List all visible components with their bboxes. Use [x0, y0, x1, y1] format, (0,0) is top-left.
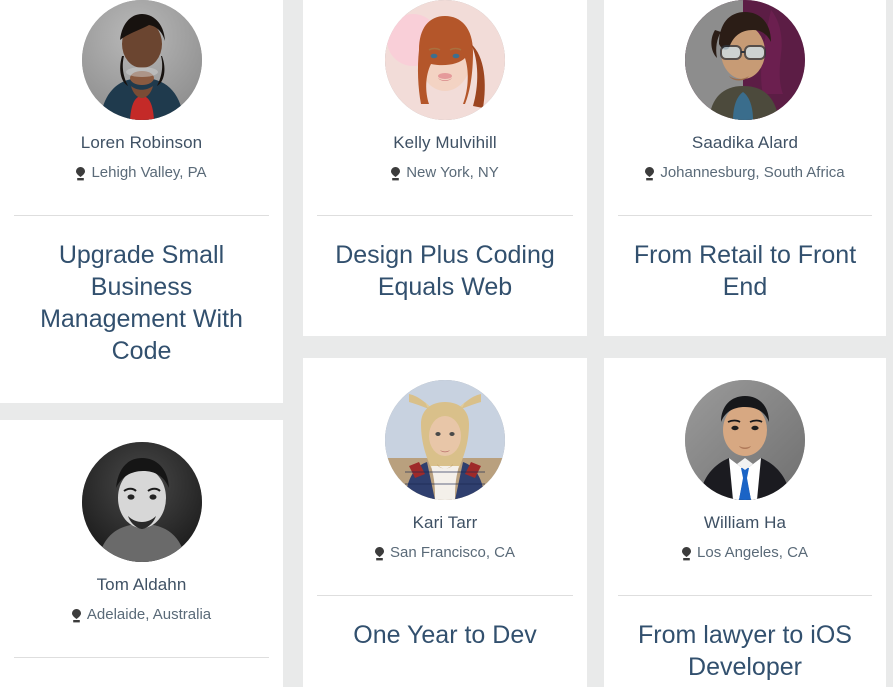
avatar[interactable]: [317, 0, 573, 120]
avatar[interactable]: [14, 442, 269, 562]
story-card-kari-tarr[interactable]: Kari Tarr San Francisco, CA One Year to …: [303, 358, 587, 687]
story-title[interactable]: From Retail to Front End: [618, 239, 872, 303]
avatar[interactable]: [618, 380, 872, 500]
card-divider: [14, 215, 269, 216]
person-name: Saadika Alard: [691, 133, 799, 152]
story-card-loren-robinson[interactable]: Loren Robinson Lehigh Valley, PA Upgrade…: [0, 0, 283, 403]
story-title[interactable]: Design Plus Coding Equals Web: [317, 239, 573, 303]
card-divider: [618, 215, 872, 216]
map-marker-icon: [76, 166, 86, 181]
person-location: Adelaide, Australia: [14, 605, 269, 624]
person-name: Loren Robinson: [80, 133, 203, 152]
person-name: Kari Tarr: [412, 513, 478, 532]
map-marker-icon: [645, 166, 655, 181]
story-card-william-ha[interactable]: William Ha Los Angeles, CA From lawyer t…: [604, 358, 886, 687]
card-divider: [618, 595, 872, 596]
person-location: Los Angeles, CA: [618, 543, 872, 562]
map-marker-icon: [391, 166, 401, 181]
card-divider: [14, 657, 269, 658]
map-marker-icon: [71, 608, 81, 623]
story-title[interactable]: Upgrade Small Business Management With C…: [14, 239, 269, 367]
person-name: Tom Aldahn: [96, 575, 187, 594]
map-marker-icon: [682, 546, 692, 561]
person-location-text: New York, NY: [406, 164, 499, 181]
map-marker-icon: [374, 546, 384, 561]
story-card-saadika-alard[interactable]: Saadika Alard Johannesburg, South Africa…: [604, 0, 886, 336]
person-location: Johannesburg, South Africa: [618, 163, 872, 182]
avatar[interactable]: [14, 0, 269, 120]
avatar[interactable]: [618, 0, 872, 120]
story-title[interactable]: From lawyer to iOS Developer: [618, 619, 872, 683]
avatar-image-saadika-alard: [685, 0, 805, 120]
person-location-text: Johannesburg, South Africa: [660, 164, 845, 181]
story-card-tom-aldahn[interactable]: Tom Aldahn Adelaide, Australia: [0, 420, 283, 687]
person-location-text: San Francisco, CA: [389, 544, 516, 561]
avatar[interactable]: [317, 380, 573, 500]
card-divider: [317, 215, 573, 216]
person-name: Kelly Mulvihill: [393, 133, 497, 152]
avatar-image-loren-robinson: [81, 0, 202, 120]
avatar-image-tom-aldahn: [81, 442, 202, 562]
person-name: William Ha: [703, 513, 787, 532]
story-title[interactable]: One Year to Dev: [317, 619, 573, 651]
person-location: Lehigh Valley, PA: [14, 163, 269, 182]
avatar-image-william-ha: [685, 380, 805, 500]
story-card-kelly-mulvihill[interactable]: Kelly Mulvihill New York, NY Design Plus…: [303, 0, 587, 336]
avatar-image-kari-tarr: [385, 380, 505, 500]
card-divider: [317, 595, 573, 596]
avatar-image-kelly-mulvihill: [385, 0, 505, 120]
person-location-text: Los Angeles, CA: [697, 544, 808, 561]
story-card-grid: Loren Robinson Lehigh Valley, PA Upgrade…: [0, 0, 893, 687]
person-location: New York, NY: [317, 163, 573, 182]
person-location-text: Lehigh Valley, PA: [91, 164, 207, 181]
person-location-text: Adelaide, Australia: [86, 606, 212, 623]
person-location: San Francisco, CA: [317, 543, 573, 562]
